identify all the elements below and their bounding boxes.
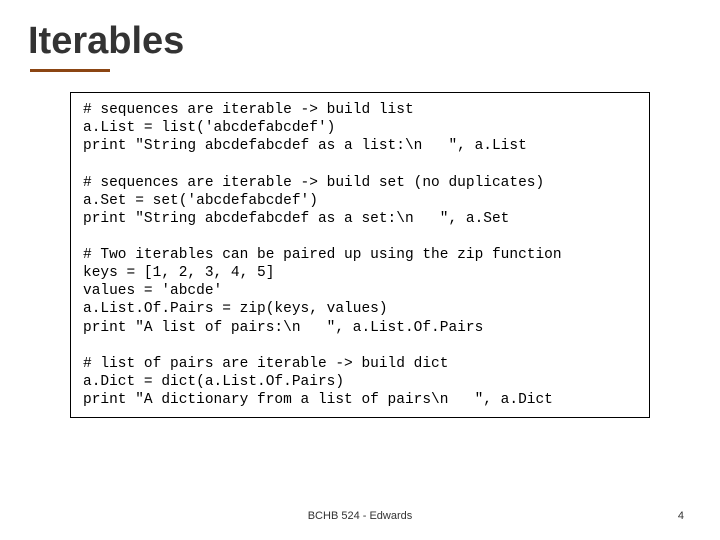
slide: Iterables # sequences are iterable -> bu…	[0, 0, 720, 540]
footer-page-number: 4	[678, 510, 684, 522]
footer-center: BCHB 524 - Edwards	[0, 510, 720, 522]
title-accent-bar	[30, 69, 110, 72]
code-block: # sequences are iterable -> build list a…	[70, 92, 650, 418]
title-area: Iterables	[0, 0, 720, 72]
page-title: Iterables	[28, 20, 720, 63]
